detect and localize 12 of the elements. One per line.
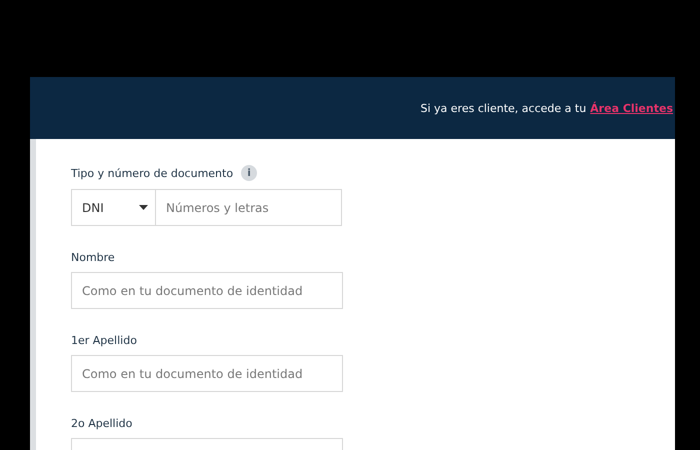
field-label: Tipo y número de documento (71, 166, 234, 180)
area-clientes-link[interactable]: Área Clientes (590, 102, 673, 114)
text-field[interactable]: Como en tu documento de identidad (71, 272, 343, 309)
text-field[interactable]: Como en tu documento de identidad (71, 355, 343, 392)
field-label: 1er Apellido (71, 334, 137, 347)
info-icon[interactable]: i (241, 165, 258, 181)
caret-icon (139, 205, 148, 210)
document-type-select[interactable]: DNI (71, 189, 156, 226)
field-label: 2o Apellido (71, 417, 132, 430)
header-text: Si ya eres cliente, accede a tu (420, 102, 586, 114)
field-label: Nombre (71, 251, 115, 264)
document-number-field[interactable]: Números y letras (156, 189, 342, 226)
